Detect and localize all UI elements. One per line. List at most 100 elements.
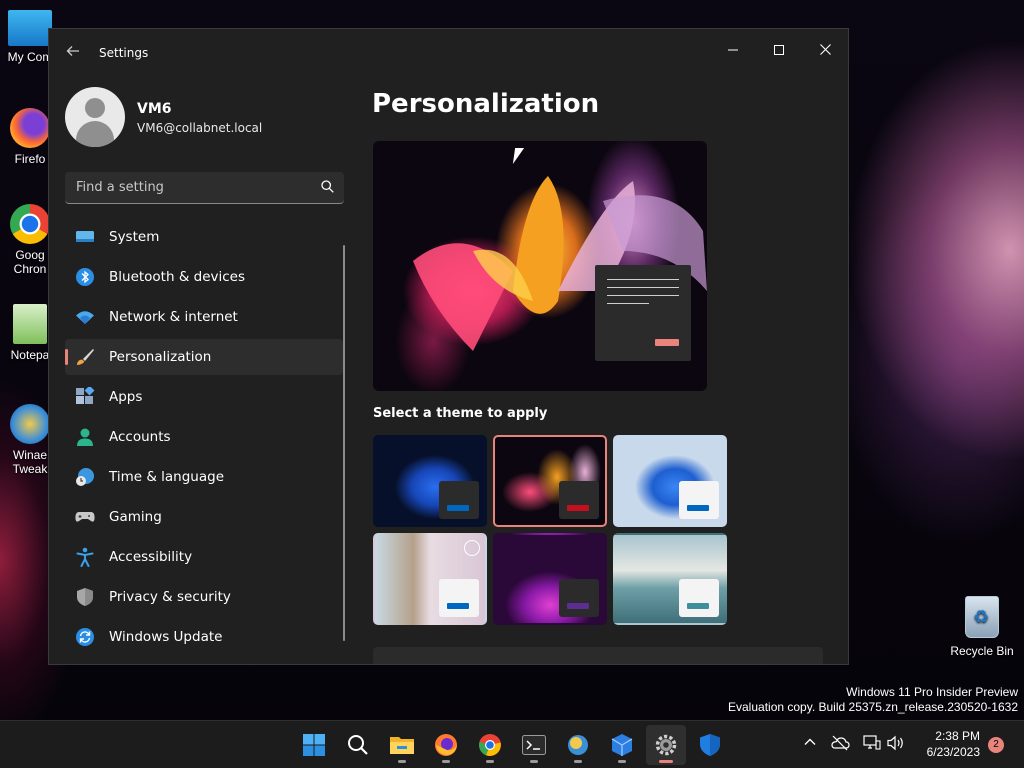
theme-tile-flowers[interactable] [373, 533, 487, 625]
nav-item-label: Accessibility [109, 549, 193, 565]
taskbar: 2:38 PM 6/23/2023 2 [0, 720, 1024, 768]
winaero-icon [10, 404, 50, 444]
sample-window-card [595, 265, 691, 361]
network-tray-button[interactable] [862, 735, 882, 755]
taskbar-clock[interactable]: 2:38 PM 6/23/2023 [918, 728, 980, 760]
desktop-icon-recycle-bin[interactable]: Recycle Bin [942, 596, 1022, 658]
gamepad-icon [75, 507, 95, 527]
volume-tray-button[interactable] [886, 735, 906, 755]
user-name: VM6 [137, 101, 172, 117]
back-arrow-icon [66, 46, 79, 56]
update-icon [75, 627, 95, 647]
nav-item-bluetooth[interactable]: Bluetooth & devices [65, 259, 343, 295]
taskbar-settings[interactable] [646, 725, 686, 765]
search-icon[interactable] [321, 180, 334, 193]
nav-item-personalization[interactable]: Personalization [65, 339, 343, 375]
theme-accent-chip [559, 481, 599, 519]
apps-icon [75, 385, 95, 407]
theme-accent-chip [439, 579, 479, 617]
theme-tile-windows-dark[interactable] [613, 435, 727, 527]
nav-item-gaming[interactable]: Gaming [65, 499, 343, 535]
gear-icon [655, 734, 677, 756]
system-icon [75, 227, 95, 247]
watermark-line: Evaluation copy. Build 25375.zn_release.… [728, 700, 1018, 714]
show-hidden-icons-button[interactable] [800, 735, 820, 755]
search-box [65, 172, 344, 204]
terminal-icon [522, 735, 546, 755]
evaluation-watermark: Windows 11 Pro Insider Preview Evaluatio… [728, 685, 1018, 715]
themes-section-label: Select a theme to apply [373, 406, 548, 421]
taskbar-chrome[interactable] [470, 725, 510, 765]
cloud-offline-icon [831, 735, 850, 751]
chrome-icon [10, 204, 50, 244]
shield-icon [700, 734, 720, 756]
shield-icon [75, 587, 95, 607]
bluetooth-icon [75, 267, 95, 287]
taskbar-sandbox-app[interactable] [602, 725, 642, 765]
settings-window: Settings VM6 VM6@collabnet.local System [48, 28, 849, 665]
theme-tile-glow[interactable] [493, 435, 607, 527]
settings-nav: System Bluetooth & devices Network & int… [65, 219, 343, 659]
nav-item-label: System [109, 229, 160, 245]
window-title: Settings [99, 46, 149, 60]
desktop-icon-label: Recycle Bin [950, 644, 1014, 658]
search-input[interactable] [65, 172, 305, 202]
nav-item-windows-update[interactable]: Windows Update [65, 619, 343, 655]
nav-item-label: Privacy & security [109, 589, 231, 605]
theme-accent-chip [559, 579, 599, 617]
cube-icon [611, 734, 633, 756]
nav-item-apps[interactable]: Apps [65, 379, 343, 415]
nav-item-label: Gaming [109, 509, 162, 525]
windows-logo-icon [303, 734, 325, 756]
recycle-bin-icon [965, 596, 999, 638]
monitor-icon [8, 10, 52, 46]
back-button[interactable] [63, 43, 83, 63]
nav-item-label: Accounts [109, 429, 171, 445]
accessibility-icon [75, 547, 95, 567]
taskbar-terminal[interactable] [514, 725, 554, 765]
theme-grid [373, 435, 733, 625]
nav-scrollbar[interactable] [343, 245, 345, 641]
taskbar-file-explorer[interactable] [382, 725, 422, 765]
firefox-icon [10, 108, 50, 148]
firefox-icon [435, 734, 457, 756]
folder-icon [390, 737, 414, 754]
taskbar-windows-security[interactable] [690, 725, 730, 765]
nav-item-accounts[interactable]: Accounts [65, 419, 343, 455]
sample-accent-button [655, 339, 679, 346]
taskbar-firefox[interactable] [426, 725, 466, 765]
search-icon [348, 735, 368, 755]
clock-date: 6/23/2023 [926, 745, 980, 759]
nav-item-privacy-security[interactable]: Privacy & security [65, 579, 343, 615]
settings-card[interactable] [373, 647, 823, 664]
collection-badge-icon [464, 540, 480, 556]
content-pane: Personalization Select a theme to apply [371, 29, 848, 664]
nav-item-label: Time & language [109, 469, 225, 485]
user-email: VM6@collabnet.local [137, 121, 263, 135]
theme-accent-chip [679, 579, 719, 617]
taskbar-winaero-tweaker[interactable] [558, 725, 598, 765]
accounts-icon [75, 427, 95, 447]
avatar [65, 87, 125, 147]
nav-item-system[interactable]: System [65, 219, 343, 255]
theme-accent-chip [439, 481, 479, 519]
ethernet-icon [863, 735, 881, 750]
nav-item-label: Personalization [109, 349, 212, 365]
taskbar-search-button[interactable] [338, 725, 378, 765]
theme-preview [373, 141, 707, 391]
nav-item-time-language[interactable]: Time & language [65, 459, 343, 495]
onedrive-tray-button[interactable] [830, 735, 850, 755]
theme-tile-sunrise[interactable] [613, 533, 727, 625]
nav-item-network[interactable]: Network & internet [65, 299, 343, 335]
globe-clock-icon [75, 467, 95, 487]
speaker-icon [887, 735, 903, 751]
nav-item-label: Network & internet [109, 309, 238, 325]
clock-time: 2:38 PM [935, 729, 980, 743]
winaero-icon [568, 735, 588, 755]
theme-tile-captured-motion[interactable] [493, 533, 607, 625]
nav-item-accessibility[interactable]: Accessibility [65, 539, 343, 575]
theme-tile-windows-light[interactable] [373, 435, 487, 527]
start-button[interactable] [294, 725, 334, 765]
notification-badge[interactable]: 2 [988, 737, 1004, 753]
brush-icon [75, 347, 95, 367]
